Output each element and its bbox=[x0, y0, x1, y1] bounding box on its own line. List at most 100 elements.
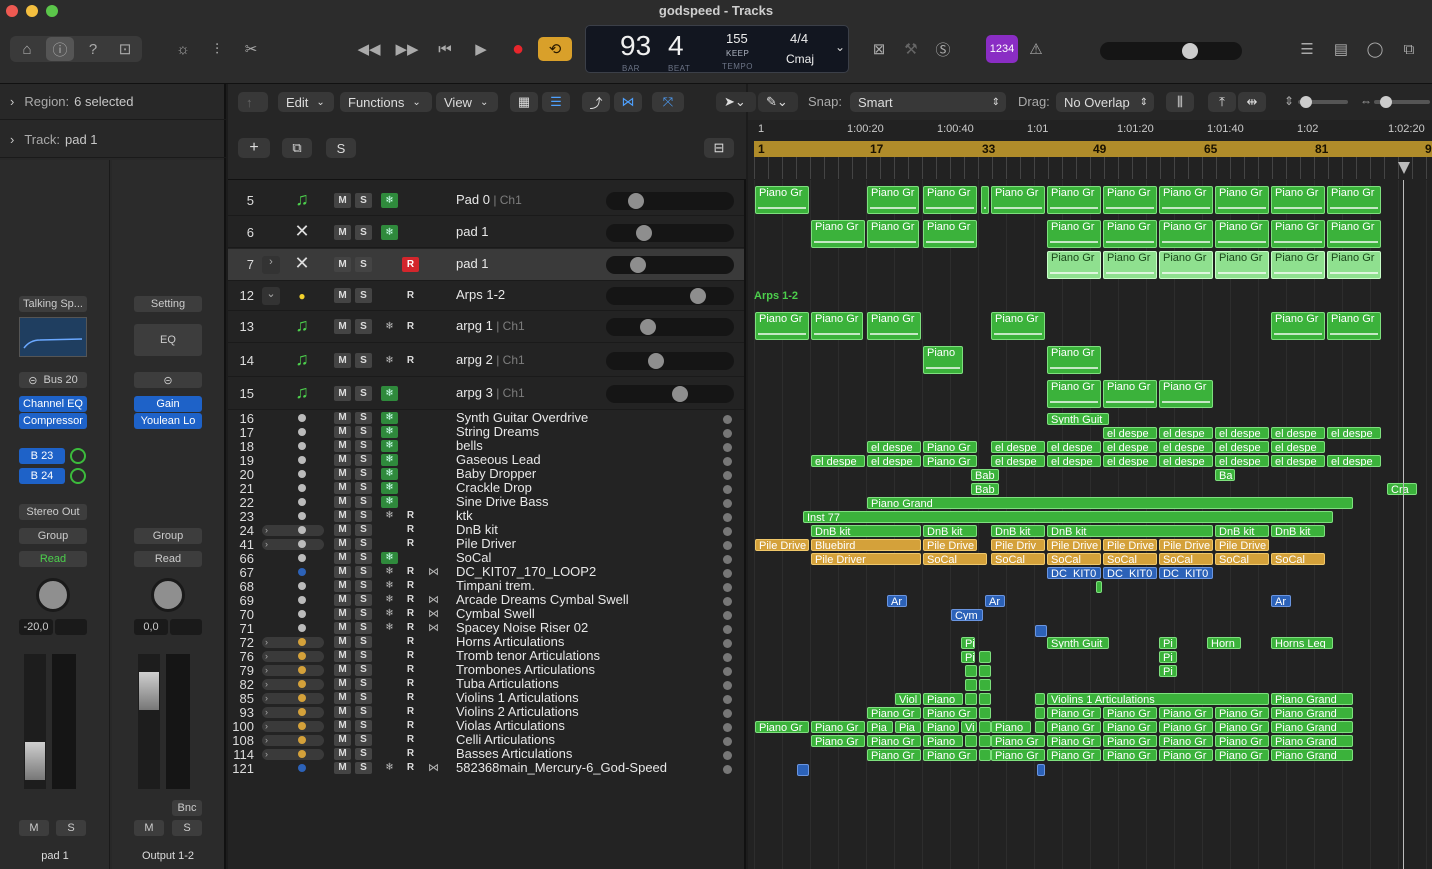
track-name[interactable]: pad 1 bbox=[456, 224, 489, 239]
region[interactable]: Piano Gr bbox=[867, 735, 921, 747]
solo-button[interactable]: S bbox=[355, 692, 372, 704]
region[interactable]: DnB kit bbox=[923, 525, 977, 537]
region[interactable]: Cra bbox=[1387, 483, 1417, 495]
record-enable-button[interactable]: R bbox=[402, 538, 419, 550]
solo-button[interactable]: S bbox=[355, 482, 372, 494]
region[interactable]: Pi bbox=[1159, 651, 1177, 663]
volume-fader-track[interactable] bbox=[138, 654, 160, 789]
mute-button[interactable]: M bbox=[334, 608, 351, 620]
region[interactable]: Pi bbox=[961, 637, 975, 649]
plugin-slot[interactable]: Youlean Lo bbox=[134, 413, 202, 429]
region[interactable]: Cym bbox=[951, 609, 983, 621]
track-volume-knob[interactable] bbox=[628, 193, 644, 209]
region[interactable]: Pile Drive bbox=[755, 539, 809, 551]
region[interactable]: Piano Gr bbox=[1159, 380, 1213, 408]
track-name[interactable]: Tuba Articulations bbox=[456, 677, 559, 691]
solo-button[interactable]: S bbox=[355, 636, 372, 648]
automation-mode[interactable]: Read bbox=[19, 551, 87, 567]
track-expand-icon[interactable]: › bbox=[262, 651, 324, 662]
region[interactable]: Ar bbox=[887, 595, 907, 607]
freeze-icon[interactable]: ❄ bbox=[381, 319, 398, 334]
record-enable-button[interactable]: R bbox=[402, 678, 419, 690]
horizontal-zoom-slider[interactable] bbox=[1374, 96, 1430, 108]
inspector-icon[interactable]: ⓘ bbox=[46, 37, 74, 61]
track-volume-knob[interactable] bbox=[640, 319, 656, 335]
region[interactable]: Piano Gr bbox=[923, 455, 977, 467]
freeze-icon[interactable]: ❄ bbox=[381, 426, 398, 438]
track-name[interactable]: Timpani trem. bbox=[456, 579, 535, 593]
mute-button[interactable]: M bbox=[334, 678, 351, 690]
solo-button[interactable]: S bbox=[355, 762, 372, 774]
mute-button[interactable]: M bbox=[334, 440, 351, 452]
play-icon[interactable]: ▶ bbox=[466, 37, 496, 61]
region[interactable]: Piano Gr bbox=[1215, 707, 1269, 719]
track-name[interactable]: 582368main_Mercury-6_God-Speed bbox=[456, 761, 667, 775]
region[interactable]: Ar bbox=[985, 595, 1005, 607]
track-row[interactable]: 5 ♫ M S ❄ Pad 0 | Ch1 bbox=[228, 186, 744, 216]
track-name[interactable]: Violas Articulations bbox=[456, 719, 565, 733]
region[interactable]: Pi bbox=[1159, 637, 1177, 649]
mute-button[interactable]: M bbox=[334, 762, 351, 774]
region[interactable]: Piano Gr bbox=[923, 749, 977, 761]
plugin-slot[interactable]: Gain bbox=[134, 396, 202, 412]
mute-button[interactable]: M bbox=[334, 748, 351, 760]
freeze-icon[interactable]: ❄ bbox=[381, 608, 398, 620]
tuner-icon[interactable]: ⚒ bbox=[898, 37, 924, 61]
region[interactable] bbox=[1035, 625, 1047, 637]
region[interactable]: Vi bbox=[961, 721, 977, 733]
record-enable-button[interactable]: R bbox=[402, 664, 419, 676]
region[interactable]: DnB kit bbox=[1271, 525, 1325, 537]
freeze-icon[interactable]: ❄ bbox=[381, 580, 398, 592]
track-name[interactable]: Trombones Articulations bbox=[456, 663, 595, 677]
mute-button[interactable]: M bbox=[334, 454, 351, 466]
solo-button[interactable]: S bbox=[355, 468, 372, 480]
region[interactable]: DC_KIT0 bbox=[1047, 567, 1101, 579]
region[interactable]: el despe bbox=[867, 455, 921, 467]
region[interactable]: SoCal bbox=[923, 553, 987, 565]
region[interactable]: el despe bbox=[1159, 455, 1213, 467]
plugin-slot[interactable]: Compressor bbox=[19, 413, 87, 429]
track-row[interactable]: 12 ⌄ ● M S R Arps 1-2 bbox=[228, 281, 744, 311]
region[interactable]: DC_KIT0 bbox=[1159, 567, 1213, 579]
track-expand-icon[interactable]: › bbox=[262, 679, 324, 690]
region[interactable]: Piano Gr bbox=[923, 707, 977, 719]
track-row[interactable]: 22 M S ❄ Sine Drive Bass bbox=[228, 495, 744, 510]
record-enable-button[interactable]: R bbox=[402, 748, 419, 760]
link-icon[interactable]: ⊝ bbox=[134, 372, 202, 388]
solo-button[interactable]: S bbox=[355, 552, 372, 564]
region[interactable]: Pile Driv bbox=[991, 539, 1045, 551]
region[interactable]: Piano Grand bbox=[1271, 693, 1353, 705]
region[interactable] bbox=[1035, 693, 1045, 705]
freeze-icon[interactable]: ❄ bbox=[381, 353, 398, 368]
mute-button[interactable]: M bbox=[334, 636, 351, 648]
automation-icon[interactable]: ⤴ bbox=[582, 92, 610, 112]
region[interactable] bbox=[979, 651, 991, 663]
region[interactable]: Piano Gr bbox=[923, 441, 977, 453]
add-track-button[interactable]: + bbox=[238, 138, 270, 158]
region[interactable]: el despe bbox=[1271, 427, 1325, 439]
volume-value[interactable]: 0,0 bbox=[134, 619, 168, 635]
region[interactable]: Piano bbox=[923, 735, 963, 747]
region[interactable]: Piano Gr bbox=[1047, 721, 1101, 733]
solo-button[interactable]: S bbox=[355, 510, 372, 522]
track-name[interactable]: Basses Articulations bbox=[456, 747, 572, 761]
region[interactable]: Horn bbox=[1207, 637, 1241, 649]
solo-button[interactable]: S bbox=[355, 225, 372, 240]
solo-button[interactable]: S bbox=[355, 678, 372, 690]
solo-button[interactable]: S bbox=[355, 734, 372, 746]
region[interactable]: Pile Drive bbox=[923, 539, 977, 551]
region[interactable]: Piano Gr bbox=[1047, 220, 1101, 248]
list-editors-icon[interactable]: ☰ bbox=[1294, 37, 1320, 61]
track-name[interactable]: Arcade Dreams Cymbal Swell bbox=[456, 593, 629, 607]
region[interactable]: Piano Gr bbox=[867, 749, 921, 761]
region[interactable]: Piano Gr bbox=[867, 220, 919, 248]
region[interactable] bbox=[979, 735, 991, 747]
track-name[interactable]: DnB kit bbox=[456, 523, 498, 537]
solo-button[interactable]: S bbox=[355, 193, 372, 208]
region[interactable]: Piano Grand bbox=[1271, 749, 1353, 761]
region[interactable]: Piano Gr bbox=[991, 312, 1045, 340]
region-inspector-row[interactable]: › Region: 6 selected bbox=[0, 84, 226, 120]
record-enable-button[interactable]: R bbox=[402, 594, 419, 606]
notepad-icon[interactable]: ▤ bbox=[1328, 37, 1354, 61]
waveform-zoom-icon[interactable]: ⫼ bbox=[1166, 92, 1194, 112]
